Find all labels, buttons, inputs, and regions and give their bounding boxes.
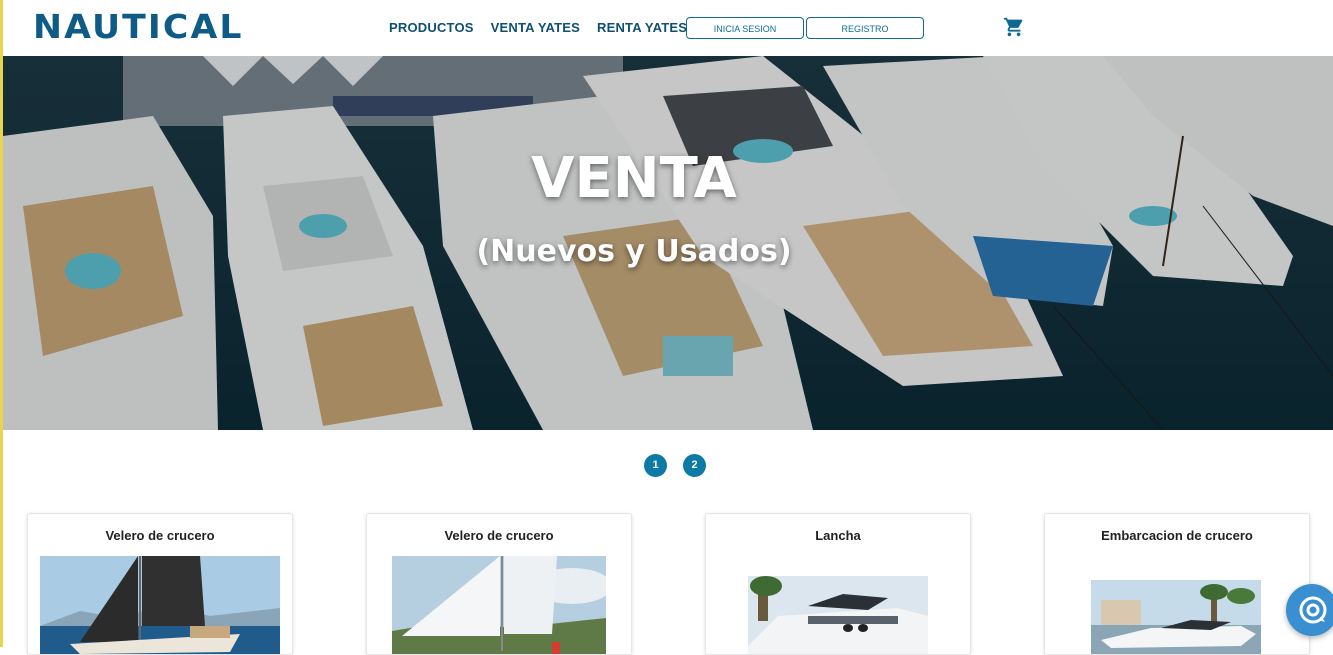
hero-title: VENTA: [531, 146, 737, 211]
nav-productos[interactable]: PRODUCTOS: [389, 20, 474, 35]
speedboat-image: [748, 576, 928, 654]
product-card[interactable]: Embarcacion de crucero: [1044, 513, 1310, 655]
product-card[interactable]: Velero de crucero: [27, 513, 293, 655]
sailboat-image: [392, 556, 606, 654]
page-2-button[interactable]: 2: [683, 454, 706, 477]
site-header: NAUTICAL PRODUCTOS VENTA YATES RENTA YAT…: [3, 0, 1333, 56]
sailboat-image: [40, 556, 280, 654]
hero-banner: VENTA (Nuevos y Usados): [3, 56, 1333, 430]
nautical-logo[interactable]: NAUTICAL: [33, 9, 244, 45]
chat-icon[interactable]: [1286, 584, 1333, 636]
main-nav: PRODUCTOS VENTA YATES RENTA YATES: [389, 20, 687, 35]
cart-icon[interactable]: [1003, 16, 1025, 38]
page-1-button[interactable]: 1: [644, 454, 667, 477]
product-title: Lancha: [815, 528, 861, 543]
product-card[interactable]: Lancha: [705, 513, 971, 655]
product-title: Embarcacion de crucero: [1101, 528, 1253, 543]
nav-renta-yates[interactable]: RENTA YATES: [597, 20, 687, 35]
product-title: Velero de crucero: [444, 528, 554, 543]
cruiser-boat-image: [1091, 580, 1261, 654]
product-title: Velero de crucero: [105, 528, 215, 543]
hero-subtitle: (Nuevos y Usados): [476, 234, 792, 269]
product-card[interactable]: Velero de crucero: [366, 513, 632, 655]
register-button[interactable]: REGISTRO: [806, 17, 924, 39]
nav-venta-yates[interactable]: VENTA YATES: [491, 20, 580, 35]
login-button[interactable]: INICIA SESION: [686, 17, 804, 39]
